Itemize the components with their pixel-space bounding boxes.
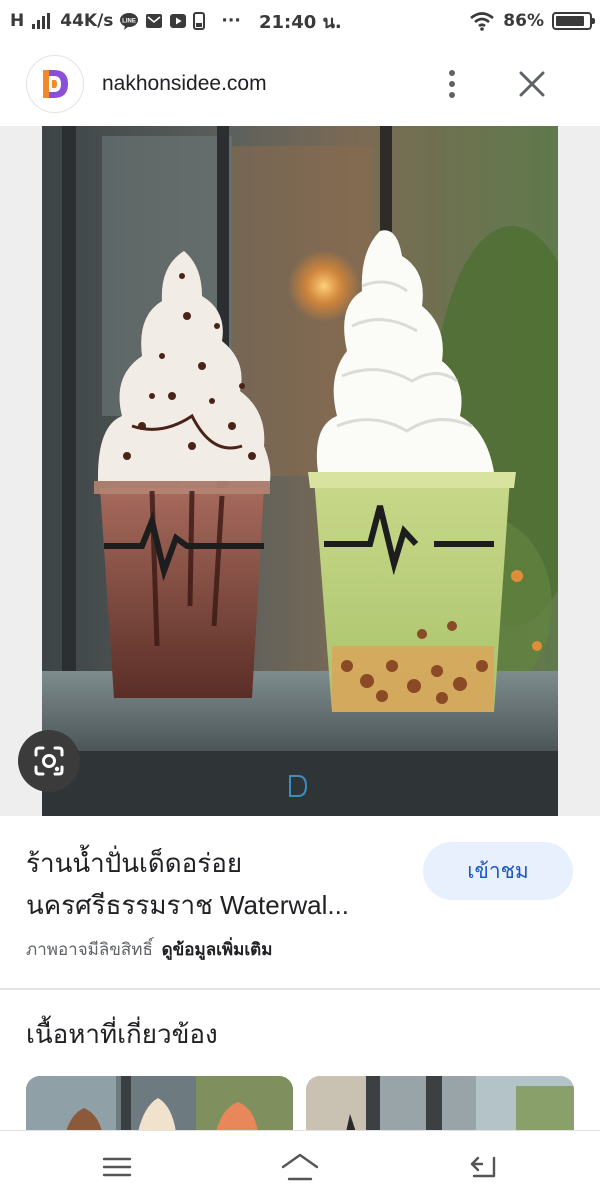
site-logo-icon[interactable]: [26, 55, 84, 113]
svg-text:LINE: LINE: [123, 19, 137, 25]
copyright-notice: ภาพอาจมีลิขสิทธิ์: [26, 940, 153, 959]
site-header: nakhonsidee.com: [0, 42, 600, 126]
more-notifications: ···: [221, 11, 241, 31]
more-vert-icon[interactable]: [438, 64, 466, 104]
product-photo[interactable]: [42, 126, 558, 816]
network-speed: 44K/s: [60, 11, 114, 31]
divider: [0, 988, 600, 990]
battery-percent: 86%: [503, 11, 544, 31]
network-type: H: [10, 11, 25, 31]
google-lens-icon[interactable]: [18, 730, 80, 792]
status-bar: H 44K/s LINE ··· 21:40 น. 86%: [0, 0, 600, 42]
wifi-icon: [469, 11, 495, 31]
navigation-bar: [0, 1130, 600, 1200]
home-icon[interactable]: [278, 1147, 322, 1187]
back-icon[interactable]: [461, 1147, 505, 1187]
related-thumbnail[interactable]: [26, 1076, 293, 1132]
clock: 21:40 น.: [259, 11, 342, 33]
line-icon: LINE: [119, 12, 139, 30]
result-info: ร้านน้ำปั่นเด็ดอร่อย นครศรีธรรมราช Water…: [0, 816, 600, 988]
photo-drawing: [42, 126, 558, 816]
phone-icon: [193, 12, 206, 30]
site-domain[interactable]: nakhonsidee.com: [102, 72, 267, 96]
close-icon[interactable]: [512, 64, 552, 104]
copyright-line: ภาพอาจมีลิขสิทธิ์ ดูข้อมูลเพิ่มเติม: [26, 936, 272, 963]
related-thumbnail[interactable]: [306, 1076, 574, 1132]
status-left: H 44K/s LINE ···: [10, 11, 241, 31]
signal-icon: [32, 13, 51, 29]
battery-icon: [552, 12, 595, 30]
related-heading: เนื้อหาที่เกี่ยวข้อง: [26, 1019, 218, 1049]
menu-icon[interactable]: [95, 1147, 139, 1187]
battery-level: [556, 16, 584, 26]
image-viewer: [0, 126, 600, 816]
mail-icon: [145, 13, 163, 29]
result-title[interactable]: ร้านน้ำปั่นเด็ดอร่อย นครศรีธรรมราช Water…: [26, 842, 406, 926]
visit-button[interactable]: เข้าชม: [423, 842, 573, 900]
more-info-link[interactable]: ดูข้อมูลเพิ่มเติม: [162, 940, 273, 959]
youtube-icon: [169, 13, 187, 29]
status-right: 86%: [469, 11, 595, 31]
